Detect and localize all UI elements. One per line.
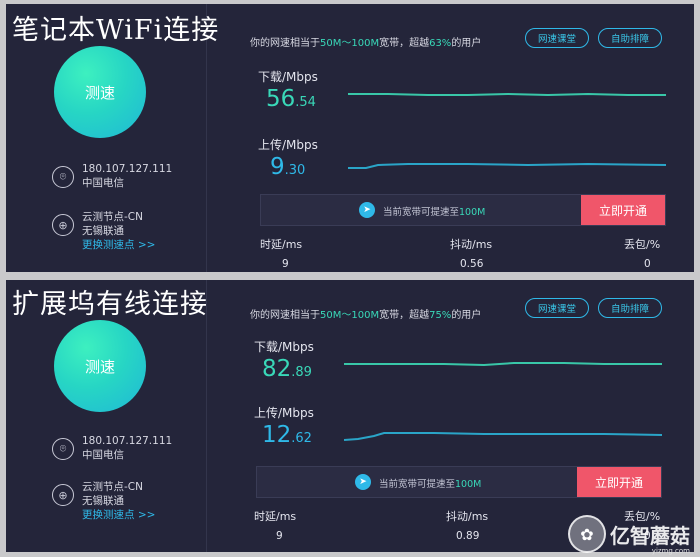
upgrade-text: 当前宽带可提速至100M [379, 479, 482, 490]
upload-value: 9.30 [270, 154, 306, 180]
node-name: 云测节点-CN [82, 211, 143, 223]
download-label: 下载/Mbps [258, 70, 318, 84]
speedtest-panel-dock: 扩展坞有线连接 测速 ⌾ 180.107.127.111 中国电信 ⊕ 云测节点… [6, 280, 694, 552]
isp-name: 中国电信 [82, 177, 124, 189]
download-value: 56.54 [266, 86, 316, 112]
upgrade-banner: ➤ 当前宽带可提速至100M 立即开通 [260, 194, 666, 226]
jitter-value: 0.56 [460, 258, 484, 270]
overlay-title: 扩展坞有线连接 [12, 289, 208, 320]
speed-test-button[interactable]: 测速 [54, 46, 146, 138]
download-value: 82.89 [262, 356, 312, 382]
globe-icon: ⊕ [52, 214, 74, 236]
upload-label: 上传/Mbps [254, 406, 314, 420]
change-node-link[interactable]: 更换测速点 >> [82, 238, 155, 252]
mushroom-logo-icon: ✿ [568, 515, 606, 553]
latency-value: 9 [276, 530, 283, 542]
rocket-icon: ➤ [359, 202, 375, 218]
jitter-label: 抖动/ms [450, 238, 493, 251]
upload-label: 上传/Mbps [258, 138, 318, 152]
upload-value: 12.62 [262, 422, 312, 448]
node-isp: 无锡联通 [82, 495, 124, 507]
self-troubleshoot-button[interactable]: 自助排障 [598, 298, 662, 318]
packet-loss-label: 丢包/% [624, 238, 661, 251]
location-pin-icon: ⌾ [52, 438, 74, 460]
download-label: 下载/Mbps [254, 340, 314, 354]
watermark-url: yizmg.com [651, 547, 690, 555]
download-chart [344, 362, 662, 367]
latency-label: 时延/ms [260, 238, 303, 251]
watermark-brand: 亿智蘑菇 [610, 523, 690, 548]
upload-chart [348, 162, 666, 169]
node-isp: 无锡联通 [82, 225, 124, 237]
activate-now-button[interactable]: 立即开通 [581, 195, 665, 225]
download-chart [348, 92, 666, 97]
ip-address: 180.107.127.111 [82, 163, 173, 175]
change-node-link[interactable]: 更换测速点 >> [82, 508, 155, 522]
watermark: ✿ 亿智蘑菇 yizmg.com [568, 515, 690, 555]
rocket-icon: ➤ [355, 474, 371, 490]
packet-loss-value: 0 [644, 258, 651, 270]
overlay-title: 笔记本WiFi连接 [12, 15, 220, 46]
location-pin-icon: ⌾ [52, 166, 74, 188]
node-info: ⊕ 云测节点-CN 无锡联通 更换测速点 >> [52, 210, 155, 252]
speed-course-button[interactable]: 网速课堂 [525, 28, 589, 48]
speed-test-button[interactable]: 测速 [54, 320, 146, 412]
speed-course-button[interactable]: 网速课堂 [525, 298, 589, 318]
upload-chart [344, 432, 662, 441]
latency-label: 时延/ms [254, 510, 297, 523]
ip-address: 180.107.127.111 [82, 435, 173, 447]
globe-icon: ⊕ [52, 484, 74, 506]
speed-summary: 你的网速相当于50M～100M宽带，超越75%的用户 [250, 310, 482, 321]
results-area: 你的网速相当于50M～100M宽带，超越63%的用户 网速课堂 自助排障 下载/… [220, 4, 694, 272]
jitter-label: 抖动/ms [446, 510, 489, 523]
results-area: 你的网速相当于50M～100M宽带，超越75%的用户 网速课堂 自助排障 下载/… [220, 280, 694, 552]
jitter-value: 0.89 [456, 530, 480, 542]
activate-now-button[interactable]: 立即开通 [577, 467, 661, 497]
speed-summary: 你的网速相当于50M～100M宽带，超越63%的用户 [250, 38, 482, 49]
upgrade-text: 当前宽带可提速至100M [383, 207, 486, 218]
ip-info: ⌾ 180.107.127.111 中国电信 [52, 434, 172, 462]
upgrade-banner: ➤ 当前宽带可提速至100M 立即开通 [256, 466, 662, 498]
node-info: ⊕ 云测节点-CN 无锡联通 更换测速点 >> [52, 480, 155, 522]
node-name: 云测节点-CN [82, 481, 143, 493]
latency-value: 9 [282, 258, 289, 270]
self-troubleshoot-button[interactable]: 自助排障 [598, 28, 662, 48]
speedtest-panel-wifi: 笔记本WiFi连接 测速 ⌾ 180.107.127.111 中国电信 ⊕ 云测… [6, 4, 694, 272]
isp-name: 中国电信 [82, 449, 124, 461]
ip-info: ⌾ 180.107.127.111 中国电信 [52, 162, 172, 190]
